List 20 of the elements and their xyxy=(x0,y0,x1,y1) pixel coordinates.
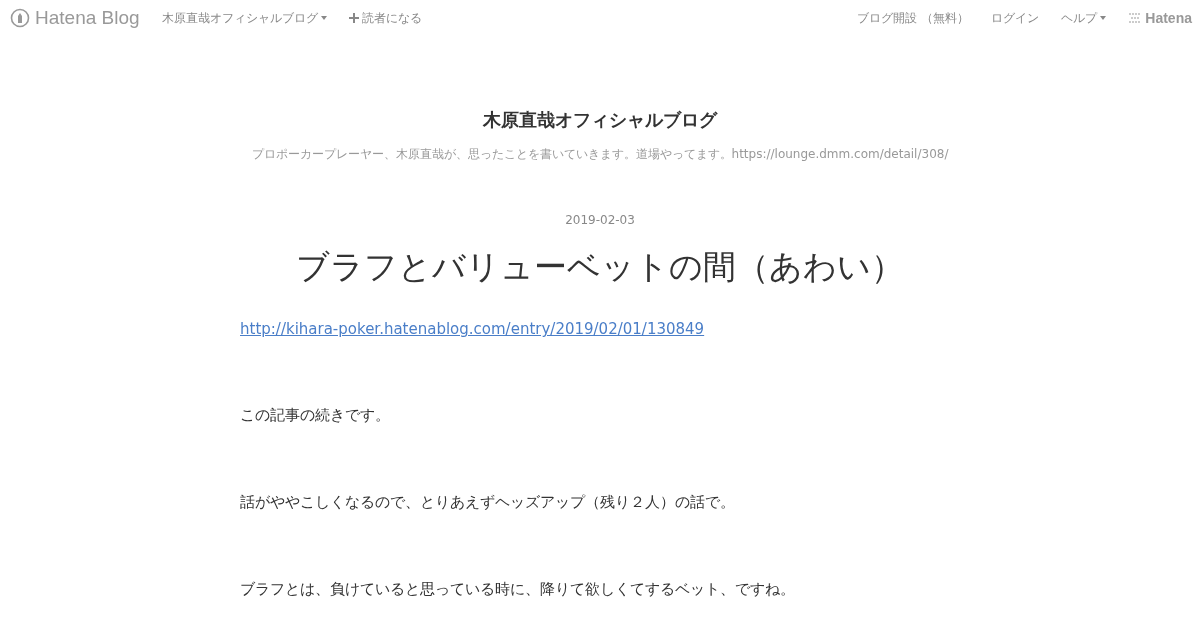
paragraph: この記事の続きです。 xyxy=(240,406,391,425)
entry-date[interactable]: 2019-02-03 xyxy=(240,213,960,227)
subscribe-link[interactable]: 読者になる xyxy=(348,9,422,27)
entry-link[interactable]: http://kihara-poker.hatenablog.com/entry/2019/02/01/130849 xyxy=(240,320,705,338)
brand-icon xyxy=(1128,13,1143,23)
paragraph: ブラフとは、負けていると思っている時に、降りて欲しくてするベット、ですね。 xyxy=(240,580,796,599)
blog-title[interactable]: 木原直哉オフィシャルブログ xyxy=(240,108,960,132)
paragraph: 話がややこしくなるので、とりあえずヘッズアップ（残り２人）の話で。 xyxy=(240,493,736,512)
caret-icon xyxy=(1100,16,1107,20)
logo-icon xyxy=(10,8,30,28)
dropdown-menu[interactable]: 木原直哉オフィシャルブログ xyxy=(161,9,327,27)
blog-description: プロポーカープレーヤー、木原直哉が、思ったことを書いていきます。道場やってます。https://lounge.dmm.com/detail/308/ xyxy=(250,146,950,163)
nav-link[interactable]: ブログ開設 （無料） xyxy=(857,9,970,27)
dropdown-menu[interactable]: ヘルプ xyxy=(1061,9,1107,27)
plus-icon xyxy=(348,13,359,23)
logo-text[interactable]: Hatena Blog xyxy=(35,7,140,29)
entry-title: ブラフとバリューベットの間（あわい） xyxy=(295,246,905,288)
brand-name[interactable]: Hatena xyxy=(1145,10,1192,26)
nav-link[interactable]: ログイン xyxy=(991,9,1040,27)
caret-icon xyxy=(320,16,327,20)
